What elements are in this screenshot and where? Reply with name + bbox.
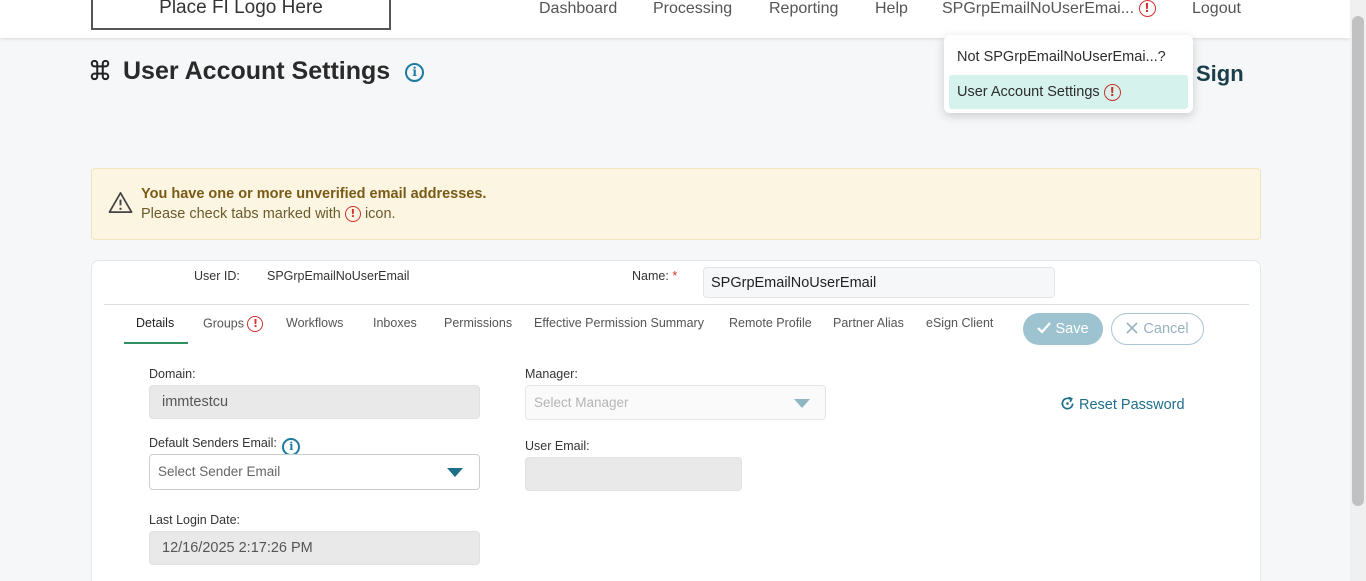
warning-title: You have one or more unverified email ad… bbox=[141, 186, 487, 202]
default-sender-label-text: Default Senders Email: bbox=[149, 436, 277, 450]
logo[interactable]: Place FI Logo Here bbox=[91, 0, 391, 30]
default-sender-placeholder: Select Sender Email bbox=[158, 464, 281, 479]
menu-item-account-settings[interactable]: User Account Settings ! bbox=[949, 75, 1188, 109]
user-id-value: SPGrpEmailNoUserEmail bbox=[267, 269, 410, 283]
warning-triangle-icon bbox=[108, 192, 133, 213]
info-icon[interactable]: i bbox=[405, 63, 425, 82]
last-login-label: Last Login Date: bbox=[149, 513, 241, 527]
nav-dashboard[interactable]: Dashboard bbox=[539, 0, 617, 18]
menu-item-not-user[interactable]: Not SPGrpEmailNoUserEmai...? bbox=[949, 40, 1188, 74]
required-mark: * bbox=[672, 269, 678, 283]
logo-text: Place FI Logo Here bbox=[159, 0, 323, 18]
tab-workflows[interactable]: Workflows bbox=[286, 316, 343, 330]
warning-detail-suffix: icon. bbox=[364, 206, 396, 222]
domain-field: immtestcu bbox=[149, 385, 480, 419]
user-id-label: User ID: bbox=[194, 269, 240, 283]
close-icon bbox=[1126, 322, 1138, 334]
tab-inboxes[interactable]: Inboxes bbox=[373, 316, 417, 330]
reset-password-label: Reset Password bbox=[1079, 397, 1185, 413]
nav-user-name: SPGrpEmailNoUserEmai... bbox=[942, 0, 1135, 17]
manager-select[interactable]: Select Manager bbox=[525, 385, 826, 420]
menu-item-label: Not SPGrpEmailNoUserEmai...? bbox=[957, 49, 1166, 65]
cancel-button[interactable]: Cancel bbox=[1111, 313, 1204, 345]
alert-icon: ! bbox=[247, 316, 264, 332]
chevron-down-icon bbox=[447, 468, 463, 477]
default-sender-select[interactable]: Select Sender Email bbox=[149, 454, 480, 490]
obscured-heading: Sign bbox=[1196, 61, 1244, 86]
save-label: Save bbox=[1055, 321, 1089, 337]
domain-label: Domain: bbox=[149, 367, 196, 381]
tab-remote-profile[interactable]: Remote Profile bbox=[729, 316, 812, 330]
cancel-label: Cancel bbox=[1143, 321, 1189, 337]
tab-details[interactable]: Details bbox=[136, 316, 174, 330]
top-nav-bar: Place FI Logo Here Dashboard Processing … bbox=[0, 0, 1350, 38]
divider bbox=[104, 304, 1249, 305]
command-icon bbox=[90, 59, 110, 81]
alert-icon: ! bbox=[1103, 83, 1121, 101]
last-login-field: 12/16/2025 2:17:26 PM bbox=[149, 531, 480, 565]
scrollbar-thumb[interactable] bbox=[1352, 16, 1364, 506]
name-label-text: Name: bbox=[632, 269, 669, 283]
chevron-down-icon bbox=[794, 399, 810, 408]
user-settings-card: User ID: SPGrpEmailNoUserEmail Name: * S… bbox=[91, 260, 1261, 581]
save-button[interactable]: Save bbox=[1023, 313, 1103, 345]
default-sender-label: Default Senders Email: i bbox=[149, 436, 301, 456]
nav-help[interactable]: Help bbox=[875, 0, 908, 18]
tab-esign-client[interactable]: eSign Client bbox=[926, 316, 993, 330]
user-dropdown-menu: Not SPGrpEmailNoUserEmai...? User Accoun… bbox=[944, 35, 1193, 113]
reset-password-link[interactable]: Reset Password bbox=[1060, 396, 1185, 413]
unverified-email-warning: You have one or more unverified email ad… bbox=[91, 168, 1261, 240]
tab-partner-alias[interactable]: Partner Alias bbox=[833, 316, 904, 330]
nav-reporting[interactable]: Reporting bbox=[769, 0, 838, 18]
page-title: User Account Settings i bbox=[123, 57, 425, 86]
nav-processing[interactable]: Processing bbox=[653, 0, 732, 18]
alert-icon: ! bbox=[1138, 0, 1156, 18]
tab-groups[interactable]: Groups ! bbox=[203, 316, 264, 332]
user-email-label: User Email: bbox=[525, 439, 590, 453]
page-title-text: User Account Settings bbox=[123, 57, 391, 85]
nav-logout[interactable]: Logout bbox=[1192, 0, 1241, 18]
page-scrollbar[interactable] bbox=[1350, 0, 1366, 581]
active-tab-indicator bbox=[124, 342, 188, 344]
alert-icon: ! bbox=[344, 206, 361, 223]
warning-detail-prefix: Please check tabs marked with bbox=[141, 206, 341, 222]
tab-label: Groups bbox=[203, 316, 244, 331]
tab-permissions[interactable]: Permissions bbox=[444, 316, 512, 330]
user-email-field bbox=[525, 457, 742, 491]
manager-placeholder: Select Manager bbox=[534, 395, 629, 410]
check-icon bbox=[1037, 322, 1052, 334]
tab-effective-permission-summary[interactable]: Effective Permission Summary bbox=[534, 316, 704, 330]
manager-label: Manager: bbox=[525, 367, 578, 381]
name-field[interactable]: SPGrpEmailNoUserEmail bbox=[703, 267, 1055, 298]
name-label: Name: * bbox=[632, 269, 677, 283]
warning-detail: Please check tabs marked with ! icon. bbox=[141, 206, 396, 223]
nav-user-menu[interactable]: SPGrpEmailNoUserEmai... ! bbox=[942, 0, 1156, 18]
refresh-icon bbox=[1061, 396, 1074, 410]
menu-item-label: User Account Settings bbox=[957, 84, 1100, 100]
